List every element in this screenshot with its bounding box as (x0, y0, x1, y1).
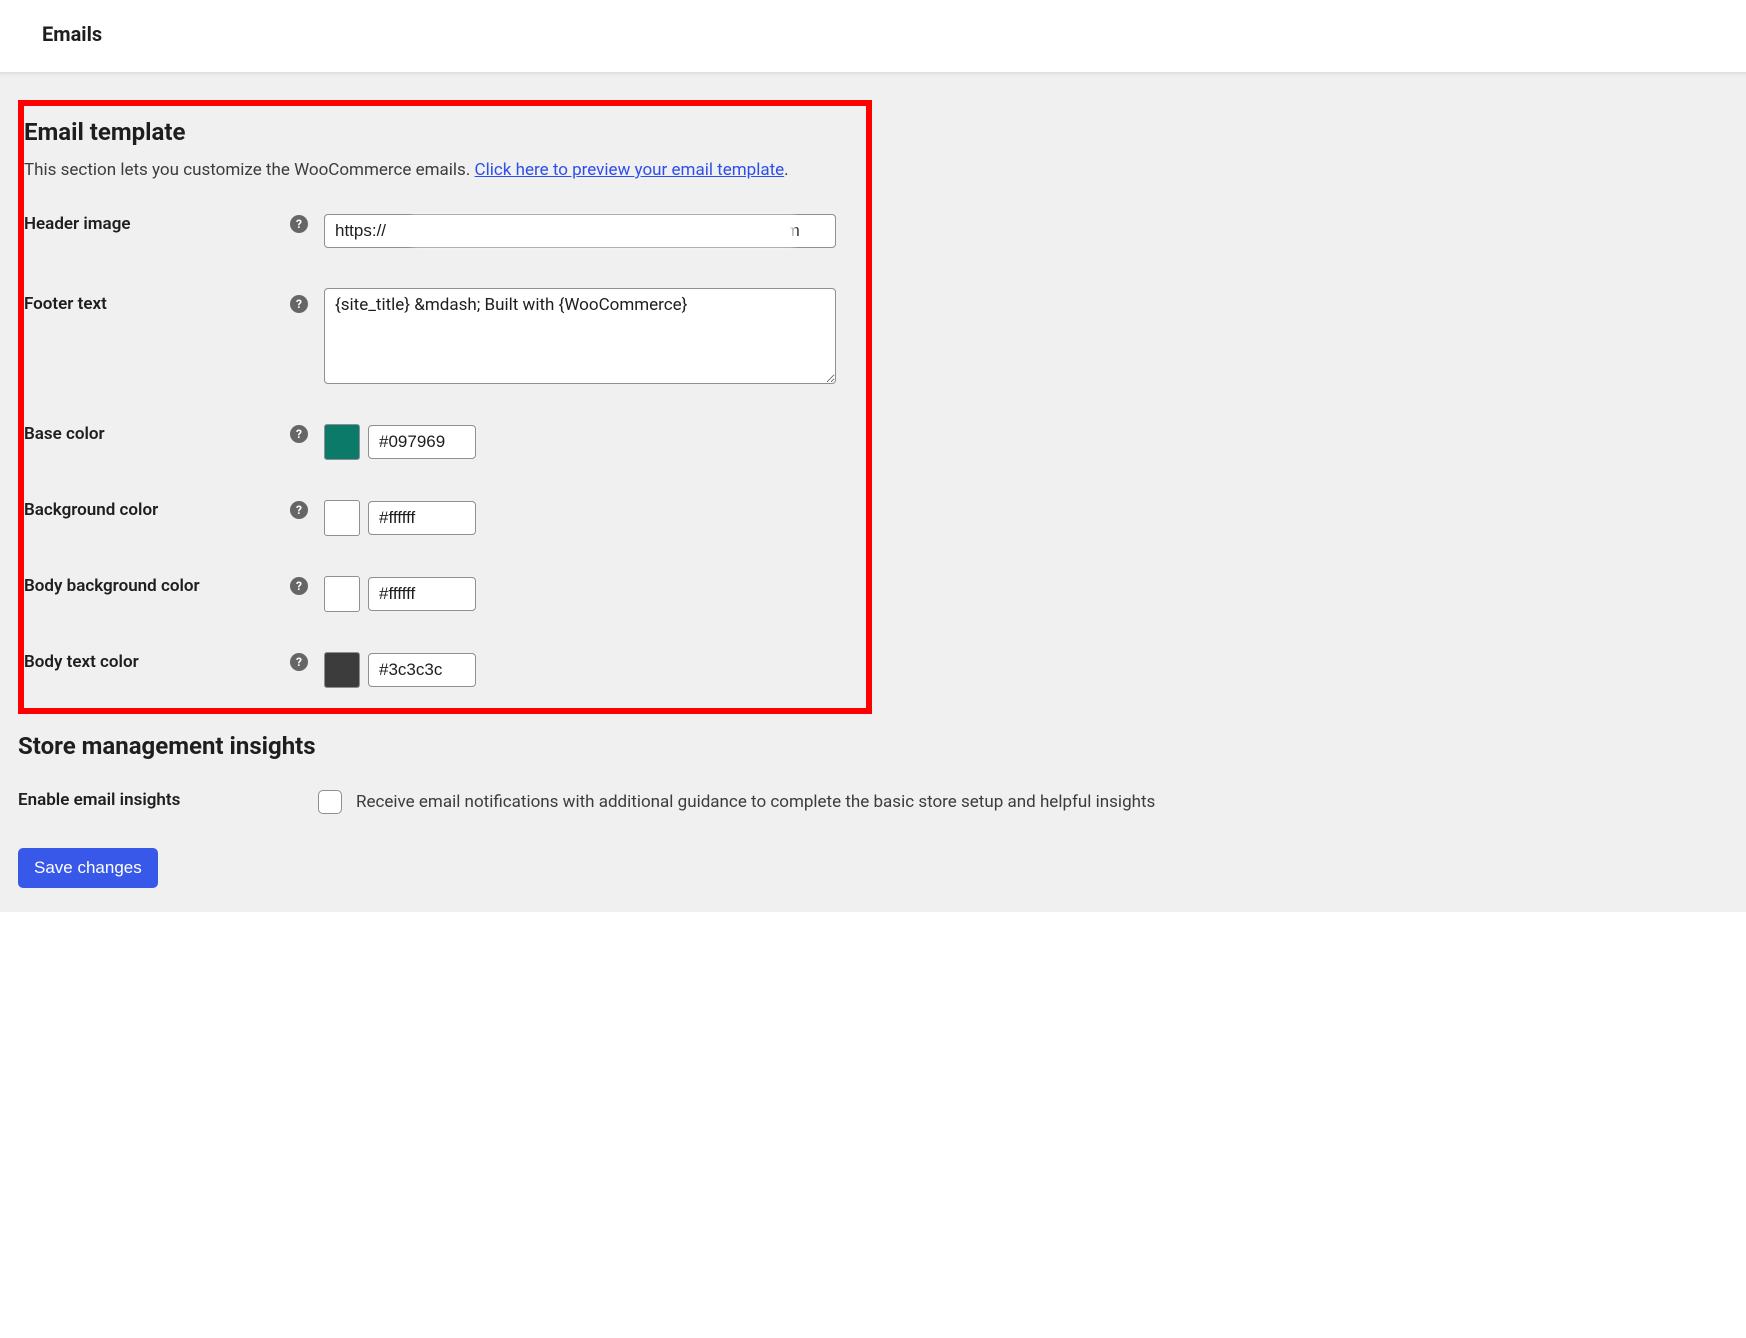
help-icon[interactable]: ? (290, 425, 308, 443)
row-body-text-color: Body text color ? (24, 652, 866, 688)
tab-emails[interactable]: Emails (42, 22, 102, 46)
row-header-image: Header image ? (24, 214, 866, 248)
save-button[interactable]: Save changes (18, 848, 158, 888)
label-background-color: Background color (24, 500, 158, 520)
label-body-bg-color: Body background color (24, 576, 200, 596)
label-header-image: Header image (24, 214, 131, 234)
enable-insights-checkbox[interactable] (318, 790, 342, 814)
background-color-swatch[interactable] (324, 500, 360, 536)
section-description: This section lets you customize the WooC… (24, 160, 866, 180)
preview-template-link[interactable]: Click here to preview your email templat… (475, 160, 785, 180)
row-background-color: Background color ? (24, 500, 866, 536)
redacted-overlay (412, 216, 794, 246)
body-bg-color-input[interactable] (368, 577, 476, 611)
body-text-color-swatch[interactable] (324, 652, 360, 688)
footer-text-input[interactable] (324, 288, 836, 384)
label-enable-insights: Enable email insights (18, 790, 180, 810)
settings-panel: Email template This section lets you cus… (0, 72, 1746, 912)
email-template-section: Email template This section lets you cus… (18, 100, 872, 714)
row-base-color: Base color ? (24, 424, 866, 460)
help-icon[interactable]: ? (290, 653, 308, 671)
body-text-color-input[interactable] (368, 653, 476, 687)
help-icon[interactable]: ? (290, 215, 308, 233)
description-text: This section lets you customize the WooC… (24, 160, 475, 180)
row-footer-text: Footer text ? (24, 288, 866, 384)
section-title-email-template: Email template (24, 118, 866, 146)
background-color-input[interactable] (368, 501, 476, 535)
row-enable-insights: Enable email insights Receive email noti… (18, 790, 1728, 814)
section-title-store-insights: Store management insights (18, 732, 1728, 760)
enable-insights-description: Receive email notifications with additio… (356, 792, 1155, 812)
label-footer-text: Footer text (24, 294, 107, 314)
body-bg-color-swatch[interactable] (324, 576, 360, 612)
help-icon[interactable]: ? (290, 577, 308, 595)
help-icon[interactable]: ? (290, 295, 308, 313)
base-color-swatch[interactable] (324, 424, 360, 460)
label-body-text-color: Body text color (24, 652, 139, 672)
label-base-color: Base color (24, 424, 105, 444)
description-suffix: . (784, 160, 788, 180)
tab-bar: Emails (0, 0, 1746, 72)
help-icon[interactable]: ? (290, 501, 308, 519)
row-body-bg-color: Body background color ? (24, 576, 866, 612)
base-color-input[interactable] (368, 425, 476, 459)
